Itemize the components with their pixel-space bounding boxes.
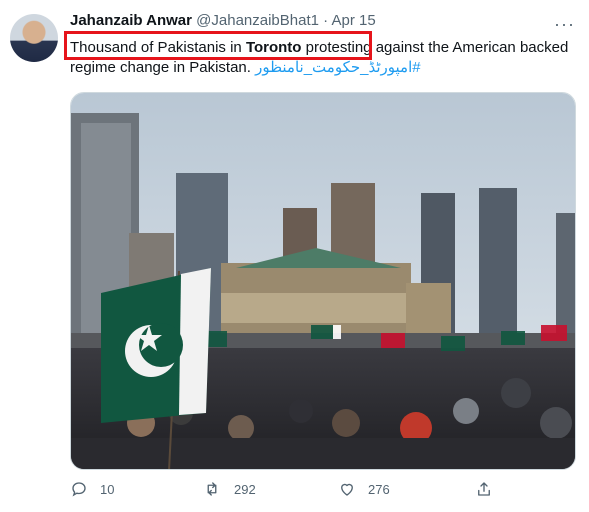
separator-dot: · bbox=[323, 12, 329, 29]
tweet-actions: 10 292 276 bbox=[70, 480, 500, 506]
share-icon bbox=[478, 482, 490, 496]
retweet-count: 292 bbox=[234, 481, 256, 497]
reply-icon bbox=[72, 482, 86, 497]
hashtag-link[interactable]: #امپورٹڈ_حکومت_نامنظور bbox=[255, 59, 420, 76]
like-icon bbox=[341, 483, 353, 496]
reply-count: 10 bbox=[100, 481, 115, 497]
reply-action[interactable]: 10 bbox=[70, 480, 114, 498]
author-name[interactable]: Jahanzaib Anwar bbox=[70, 12, 192, 29]
tweet-card[interactable]: Jahanzaib Anwar @JahanzaibBhat1 · Apr 15… bbox=[0, 0, 589, 512]
tweet-date[interactable]: Apr 15 bbox=[331, 12, 375, 29]
highlight-box bbox=[64, 31, 372, 60]
protest-photo bbox=[71, 93, 575, 469]
more-icon[interactable]: ··· bbox=[554, 14, 575, 35]
like-count: 276 bbox=[368, 481, 390, 497]
retweet-icon bbox=[207, 482, 217, 496]
like-action[interactable]: 276 bbox=[338, 480, 390, 498]
avatar[interactable] bbox=[10, 14, 58, 62]
share-action[interactable] bbox=[475, 480, 505, 498]
retweet-action[interactable]: 292 bbox=[202, 480, 256, 498]
author-handle[interactable]: @JahanzaibBhat1 bbox=[196, 12, 319, 29]
tweet-photo[interactable] bbox=[70, 92, 576, 470]
